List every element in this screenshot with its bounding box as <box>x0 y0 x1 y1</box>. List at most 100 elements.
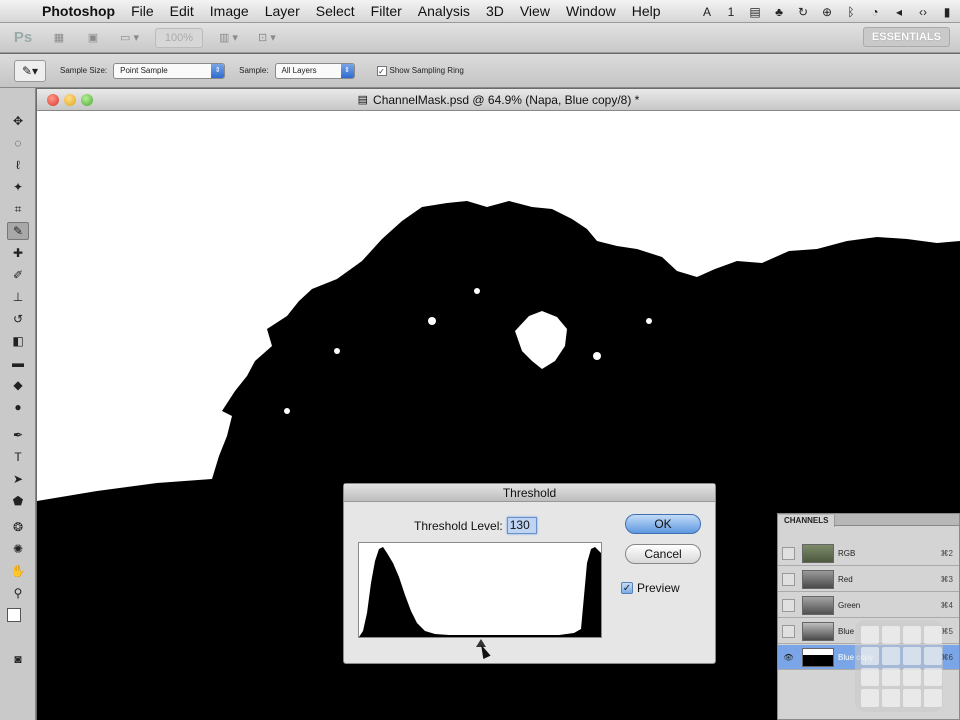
channel-row-green[interactable]: Green ⌘4 <box>778 593 959 618</box>
printer-icon[interactable]: ▤ <box>748 5 762 19</box>
crop-tool-icon[interactable]: ⌗ <box>7 200 29 218</box>
move-tool-icon[interactable]: ✥ <box>7 112 29 130</box>
wifi-icon[interactable]: ◔ <box>868 5 882 19</box>
visibility-toggle[interactable] <box>782 625 795 638</box>
dialog-title: Threshold <box>344 484 715 502</box>
gradient-tool-icon[interactable]: ▬ <box>7 354 29 372</box>
menu-select[interactable]: Select <box>308 3 363 19</box>
show-sampling-ring-checkbox[interactable]: ✓ <box>376 65 387 76</box>
sample-size-label: Sample Size: <box>60 66 108 75</box>
menu-window[interactable]: Window <box>558 3 624 19</box>
marquee-tool-icon[interactable]: ◌ <box>7 134 29 152</box>
show-sampling-ring-label: Show Sampling Ring <box>389 66 464 75</box>
visibility-toggle[interactable] <box>782 547 795 560</box>
eye-icon[interactable]: 👁 <box>782 651 795 664</box>
ok-button[interactable]: OK <box>625 514 701 534</box>
window-controls <box>47 94 93 106</box>
cancel-button[interactable]: Cancel <box>625 544 701 564</box>
channel-thumbnail <box>802 570 834 589</box>
sample-size-select[interactable]: Point Sample ⇕ <box>113 62 226 79</box>
color-swatches[interactable] <box>7 608 29 629</box>
eyedropper-preset-icon[interactable]: ✎▾ <box>14 59 46 82</box>
zoom-level-select[interactable]: 100% <box>154 27 203 48</box>
zoom-window-button[interactable] <box>81 94 93 106</box>
quick-selection-tool-icon[interactable]: ✦ <box>7 178 29 196</box>
arrange-documents-icon[interactable]: ▥ ▾ <box>215 28 242 48</box>
path-selection-tool-icon[interactable]: ➤ <box>7 470 29 488</box>
close-window-button[interactable] <box>47 94 59 106</box>
channel-name: Blue <box>838 627 855 636</box>
menu-view[interactable]: View <box>512 3 558 19</box>
time-machine-icon[interactable]: ⊕ <box>820 5 834 19</box>
zoom-tool-icon[interactable]: ⚲ <box>7 584 29 602</box>
channel-row-red[interactable]: Red ⌘3 <box>778 567 959 592</box>
menu-help[interactable]: Help <box>624 3 669 19</box>
channel-thumbnail <box>802 596 834 615</box>
3d-orbit-tool-icon[interactable]: ✺ <box>7 540 29 558</box>
visibility-toggle[interactable] <box>782 573 795 586</box>
sample-select[interactable]: All Layers ⇕ <box>274 62 355 79</box>
channels-tab[interactable]: CHANNELS <box>778 515 836 527</box>
history-brush-tool-icon[interactable]: ↺ <box>7 310 29 328</box>
hand-tool-icon[interactable]: ✋ <box>7 562 29 580</box>
histogram[interactable] <box>358 542 602 647</box>
channel-row-rgb[interactable]: RGB ⌘2 <box>778 541 959 566</box>
application-bar: Ps ▦ ▣ ▭ ▾ 100% ▥ ▾ ⊡ ▾ ESSENTIALS <box>0 23 960 53</box>
3d-rotate-tool-icon[interactable]: ❂ <box>7 518 29 536</box>
type-tool-icon[interactable]: T <box>7 448 29 466</box>
threshold-level-input[interactable]: 130 <box>506 517 537 534</box>
brush-tool-icon[interactable]: ✐ <box>7 266 29 284</box>
battery-icon[interactable]: ▮ <box>940 5 954 19</box>
adobe-count: 1 <box>727 4 735 19</box>
visibility-toggle[interactable] <box>782 599 795 612</box>
channel-thumbnail <box>802 544 834 563</box>
channel-name: Green <box>838 601 861 610</box>
sample-value: All Layers <box>281 66 317 75</box>
mini-bridge-icon[interactable]: ▣ <box>82 28 104 48</box>
menu-layer[interactable]: Layer <box>257 3 308 19</box>
menu-app-name[interactable]: Photoshop <box>34 3 123 19</box>
healing-brush-tool-icon[interactable]: ✚ <box>7 244 29 262</box>
bluetooth-icon[interactable]: ᛒ <box>844 5 858 19</box>
screen-mode-icon[interactable]: ⊡ ▾ <box>254 28 280 48</box>
menu-file[interactable]: File <box>123 3 162 19</box>
lasso-tool-icon[interactable]: ℓ <box>7 156 29 174</box>
menu-3d[interactable]: 3D <box>478 3 512 19</box>
shape-tool-icon[interactable]: ⬟ <box>7 492 29 510</box>
dodge-tool-icon[interactable]: ● <box>7 398 29 416</box>
menu-image[interactable]: Image <box>202 3 257 19</box>
sync-icon[interactable]: ↻ <box>796 5 810 19</box>
threshold-level-label: Threshold Level: <box>414 518 503 533</box>
menu-edit[interactable]: Edit <box>162 3 202 19</box>
tools-panel: ✥ ◌ ℓ ✦ ⌗ ✎ ✚ ✐ ⊥ ↺ ◧ ▬ ◆ ● ✒ T ➤ ⬟ ❂ ✺ … <box>0 88 36 720</box>
pen-tool-icon[interactable]: ✒ <box>7 426 29 444</box>
bell-icon[interactable]: ♣ <box>772 5 786 19</box>
channel-shortcut: ⌘3 <box>940 575 953 584</box>
view-extras-icon[interactable]: ▭ ▾ <box>116 28 143 48</box>
menu-filter[interactable]: Filter <box>363 3 410 19</box>
adobe-icon[interactable]: A <box>700 5 714 19</box>
menu-analysis[interactable]: Analysis <box>410 3 478 19</box>
bridge-icon[interactable]: ▦ <box>48 28 70 48</box>
histogram-graph <box>359 547 601 637</box>
options-bar: ✎▾ Sample Size: Point Sample ⇕ Sample: A… <box>0 54 960 88</box>
clone-stamp-tool-icon[interactable]: ⊥ <box>7 288 29 306</box>
channel-thumbnail <box>802 622 834 641</box>
quick-mask-icon[interactable]: ◙ <box>7 650 29 668</box>
blur-tool-icon[interactable]: ◆ <box>7 376 29 394</box>
channel-name: RGB <box>838 549 856 558</box>
eyedropper-tool-icon[interactable]: ✎ <box>7 222 29 240</box>
channels-panel-header: CHANNELS <box>778 514 959 527</box>
channel-shortcut: ⌘2 <box>940 549 953 558</box>
eraser-tool-icon[interactable]: ◧ <box>7 332 29 350</box>
watermark-logo <box>855 620 943 712</box>
workspace-essentials-button[interactable]: ESSENTIALS <box>862 27 950 47</box>
chevron-updown-icon: ⇕ <box>340 63 354 78</box>
minimize-window-button[interactable] <box>64 94 76 106</box>
ps-logo: Ps <box>13 29 33 46</box>
volume-icon[interactable]: ◂ <box>892 5 906 19</box>
code-icon[interactable]: ‹› <box>916 5 930 19</box>
preview-row[interactable]: ✓ Preview <box>621 581 680 595</box>
preview-checkbox[interactable]: ✓ <box>621 582 633 594</box>
channel-thumbnail <box>802 648 834 667</box>
